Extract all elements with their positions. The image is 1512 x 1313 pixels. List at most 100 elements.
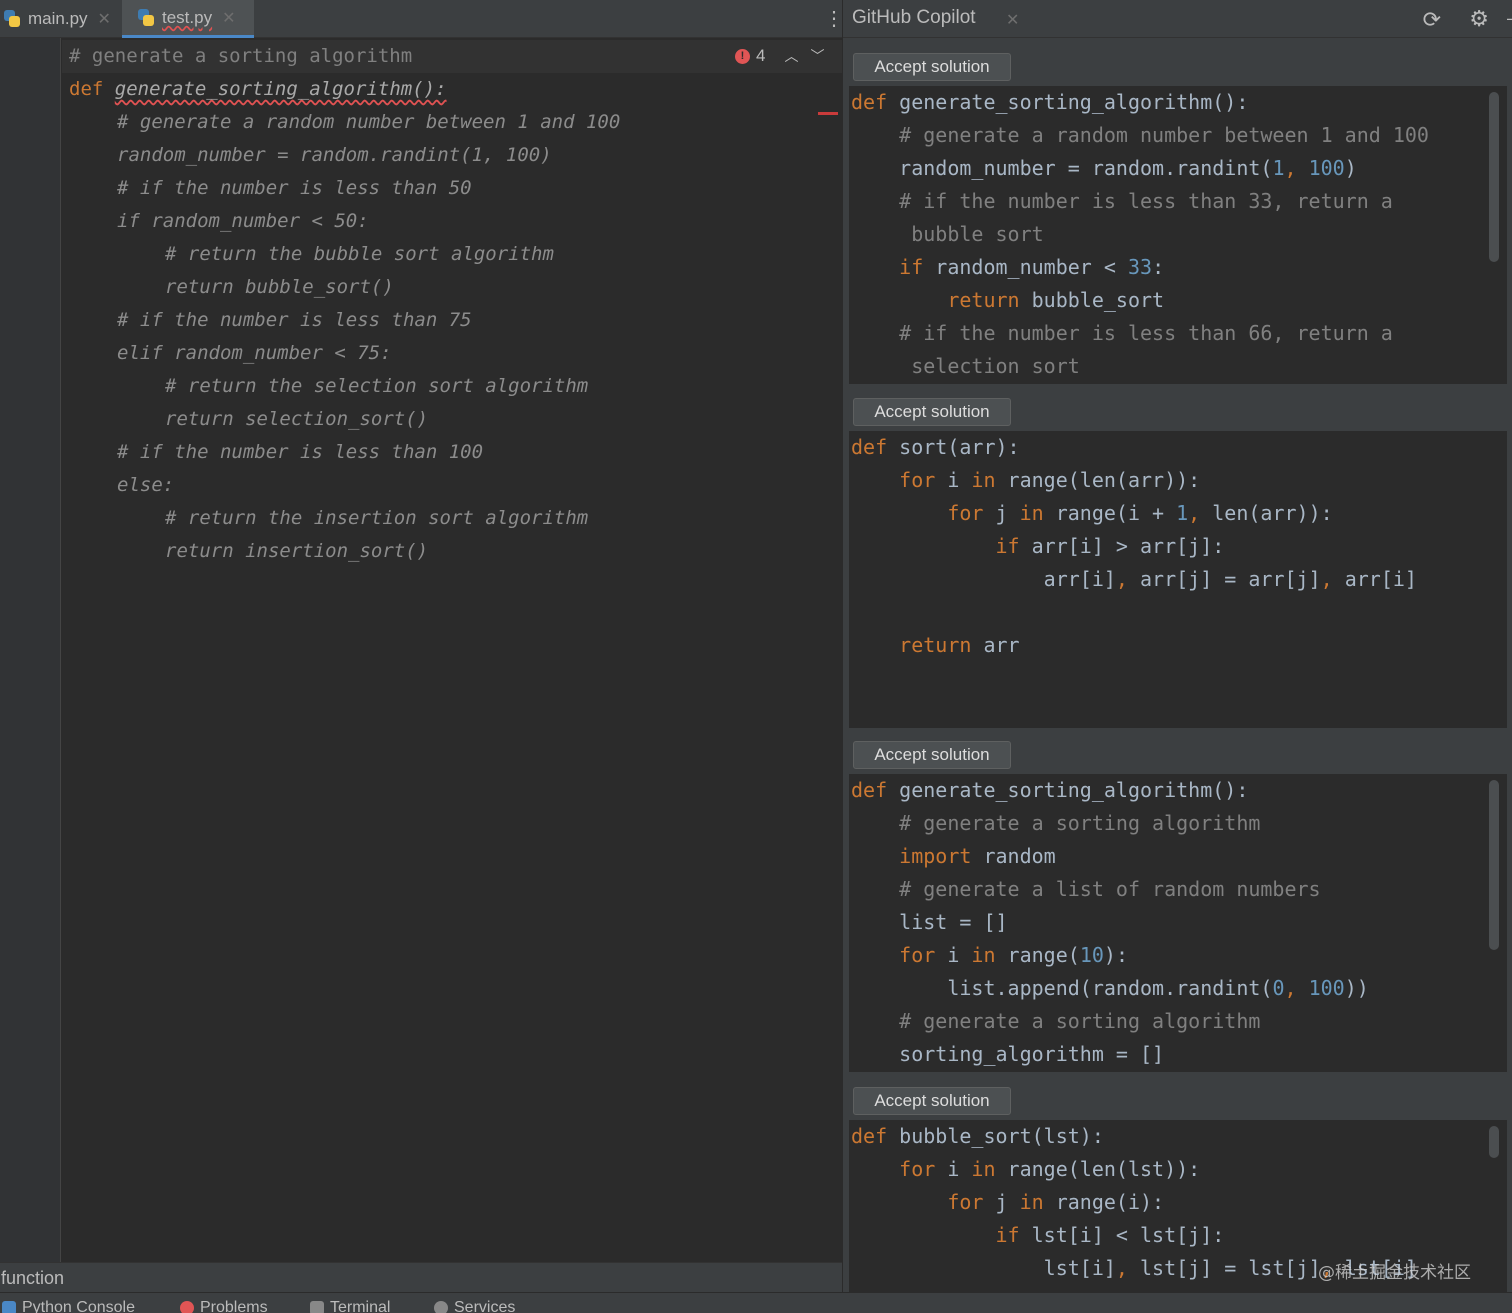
code-token: ,	[1188, 501, 1213, 525]
code-line[interactable]: elif random_number < 75:	[117, 337, 392, 370]
code-token: sorting_algorithm = []	[851, 1042, 1165, 1066]
accept-solution-button[interactable]: Accept solution	[853, 53, 1011, 81]
problems-icon	[180, 1301, 194, 1313]
code-token: list = []	[851, 910, 1008, 934]
solution-line: if arr[i] > arr[j]:	[851, 530, 1225, 563]
code-token: # return the insertion sort algorithm	[165, 507, 589, 529]
code-token: random	[971, 844, 1056, 868]
tool-window-terminal[interactable]: Terminal	[310, 1299, 390, 1313]
tool-window-label: Problems	[200, 1299, 268, 1313]
code-line[interactable]: # generate a sorting algorithm	[69, 40, 412, 73]
refresh-icon[interactable]: ⟳	[1423, 7, 1441, 33]
solution-line: arr[i], arr[j] = arr[j], arr[i]	[851, 563, 1417, 596]
tab-main-py[interactable]: main.py ✕	[0, 0, 121, 38]
code-token: in	[1019, 1190, 1044, 1214]
code-line[interactable]: # if the number is less than 50	[117, 172, 472, 205]
solution-line: for i in range(10):	[851, 939, 1128, 972]
code-token: ,	[1320, 567, 1345, 591]
chevron-down-icon[interactable]: ﹀	[807, 46, 827, 66]
code-token: arr[j] = arr[j]	[1140, 567, 1321, 591]
scrollbar-thumb[interactable]	[1489, 1126, 1499, 1158]
minimize-icon[interactable]: –	[1507, 8, 1512, 29]
code-line[interactable]: # return the insertion sort algorithm	[165, 502, 588, 535]
close-icon[interactable]: ✕	[1006, 10, 1019, 30]
scrollbar-thumb[interactable]	[1489, 780, 1499, 950]
python-file-icon	[2, 9, 22, 29]
code-token: # return the selection sort algorithm	[165, 375, 589, 397]
code-token: lst[i] < lst[j]:	[1019, 1223, 1225, 1247]
services-icon	[434, 1301, 448, 1313]
tool-window-python-console[interactable]: Python Console	[2, 1299, 135, 1313]
tab-test-py[interactable]: test.py ✕	[122, 0, 254, 38]
code-token: if random_number < 50:	[117, 210, 369, 232]
code-token: random_number = random.randint(	[851, 156, 1273, 180]
solution-code-block[interactable]: def generate_sorting_algorithm(): # gene…	[849, 86, 1507, 384]
code-line[interactable]: return insertion_sort()	[165, 535, 428, 568]
close-icon[interactable]: ✕	[98, 9, 111, 29]
code-token: len(arr)):	[1212, 501, 1333, 525]
solution-code-block[interactable]: def generate_sorting_algorithm(): # gene…	[849, 774, 1507, 1072]
accept-solution-button[interactable]: Accept solution	[853, 741, 1011, 769]
solution-line: def bubble_sort(lst):	[851, 1120, 1104, 1153]
code-token: )	[1344, 156, 1357, 180]
code-line[interactable]: def generate_sorting_algorithm():	[69, 73, 447, 106]
code-line[interactable]: else:	[117, 469, 174, 502]
code-token: # return the bubble sort algorithm	[165, 243, 554, 265]
scrollbar-thumb[interactable]	[1489, 92, 1499, 262]
solution-line: for j in range(i + 1, len(arr)):	[851, 497, 1333, 530]
more-options-icon[interactable]: ⋮	[824, 8, 844, 30]
code-token: random_number = random.randint(1, 100)	[117, 144, 552, 166]
code-token: for	[947, 1190, 984, 1214]
code-token: elif random_number < 75:	[117, 342, 392, 364]
code-line[interactable]: random_number = random.randint(1, 100)	[117, 139, 552, 172]
solution-line: def generate_sorting_algorithm():	[851, 774, 1248, 807]
solution-line: def generate_sorting_algorithm():	[851, 86, 1248, 119]
code-token: if	[995, 1223, 1020, 1247]
solution-line: # generate a random number between 1 and…	[851, 119, 1429, 152]
code-line[interactable]: # return the bubble sort algorithm	[165, 238, 554, 271]
accept-solution-button[interactable]: Accept solution	[853, 1087, 1011, 1115]
inspection-widget[interactable]: ! 4 ︿ ﹀	[735, 46, 827, 66]
tool-window-problems[interactable]: Problems	[180, 1299, 268, 1313]
code-token: ,	[1284, 976, 1309, 1000]
code-token: ):	[1103, 943, 1128, 967]
code-line[interactable]: return selection_sort()	[165, 403, 428, 436]
error-stripe-marker[interactable]	[818, 112, 838, 115]
code-token: random_number <	[923, 255, 1128, 279]
close-icon[interactable]: ✕	[222, 8, 235, 28]
code-token: else:	[117, 474, 175, 496]
terminal-icon	[310, 1301, 324, 1313]
solution-line: sorting_algorithm = []	[851, 1038, 1164, 1071]
tool-window-services[interactable]: Services	[434, 1299, 515, 1313]
code-token: arr	[971, 633, 1020, 657]
solution-line: # if the number is less than 33, return …	[851, 185, 1393, 218]
code-line[interactable]: # if the number is less than 100	[117, 436, 483, 469]
code-token: # if the number is less than 66, return …	[851, 321, 1393, 345]
code-token: generate_sorting_algorithm():	[114, 78, 447, 100]
code-token: def	[851, 1124, 888, 1148]
code-line[interactable]: if random_number < 50:	[117, 205, 369, 238]
tab-label: test.py	[162, 7, 213, 27]
code-editor[interactable]: # generate a sorting algorithm def genera…	[62, 38, 842, 1262]
solution-code-block[interactable]: def sort(arr): for i in range(len(arr)):…	[849, 431, 1507, 728]
code-line[interactable]: # return the selection sort algorithm	[165, 370, 588, 403]
solution-line: selection sort	[851, 350, 1080, 383]
gear-icon[interactable]: ⚙	[1469, 6, 1489, 32]
code-token: ,	[1284, 156, 1309, 180]
code-token: in	[971, 468, 996, 492]
chevron-up-icon[interactable]: ︿	[781, 46, 801, 66]
code-line[interactable]: return bubble_sort()	[165, 271, 394, 304]
code-token: generate_sorting_algorithm():	[887, 778, 1249, 802]
code-line[interactable]: # if the number is less than 75	[117, 304, 472, 337]
code-line[interactable]: # generate a random number between 1 and…	[117, 106, 620, 139]
solution-line: random_number = random.randint(1, 100)	[851, 152, 1357, 185]
code-token: # if the number is less than 75	[117, 309, 472, 331]
code-token: # generate a list of random numbers	[851, 877, 1321, 901]
code-token: 100	[1308, 156, 1345, 180]
solution-line: return bubble_sort	[851, 284, 1164, 317]
accept-solution-button[interactable]: Accept solution	[853, 398, 1011, 426]
